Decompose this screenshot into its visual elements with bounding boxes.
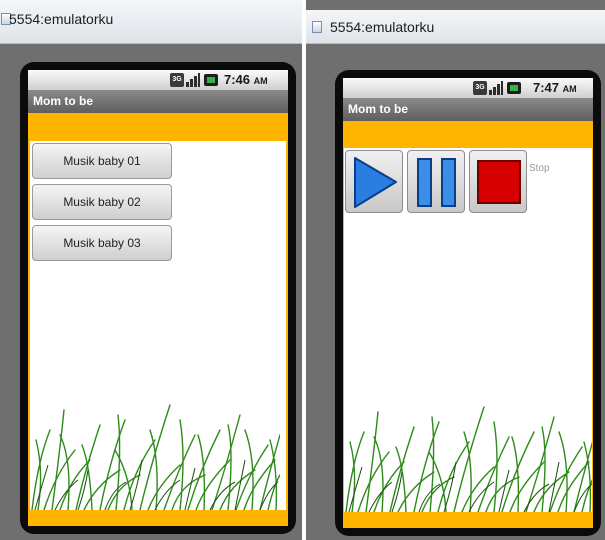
musik-baby-02-button[interactable]: Musik baby 02 bbox=[32, 184, 172, 220]
musik-baby-01-button[interactable]: Musik baby 01 bbox=[32, 143, 172, 179]
status-bar: 3G 7:46 AM bbox=[28, 70, 288, 90]
app-title-bar: Mom to be bbox=[28, 90, 288, 113]
3g-icon: 3G bbox=[170, 73, 184, 87]
content-area: Musik baby 01 Musik baby 02 Musik baby 0… bbox=[30, 141, 286, 510]
content-area: Stop bbox=[344, 148, 592, 512]
grass-background-image bbox=[345, 406, 592, 512]
app-title: Mom to be bbox=[33, 94, 93, 108]
window-title: 5554:emulatorku bbox=[9, 11, 114, 27]
pause-button[interactable] bbox=[407, 150, 465, 213]
emulator-window-right: 5554:emulatorku 3G 7:47 AM Mom to be Sto… bbox=[306, 0, 605, 540]
window-title: 5554:emulatorku bbox=[330, 19, 435, 35]
window-titlebar[interactable]: 5554:emulatorku bbox=[0, 0, 302, 44]
app-title: Mom to be bbox=[348, 102, 408, 116]
clock-ampm: AM bbox=[562, 84, 577, 94]
device-screen: 3G 7:47 AM Mom to be Stop bbox=[343, 78, 593, 528]
clock-time: 7:46 bbox=[224, 72, 251, 87]
pause-icon bbox=[417, 158, 456, 207]
device-frame: 3G 7:46 AM Mom to be Musik baby 01 Musik… bbox=[20, 62, 296, 534]
status-clock: 7:46 AM bbox=[224, 72, 268, 87]
stop-icon bbox=[477, 160, 521, 204]
app-title-bar: Mom to be bbox=[343, 98, 593, 121]
play-icon bbox=[354, 157, 397, 208]
emulator-window-left: 5554:emulatorku 3G 7:46 AM Mom to be Mus… bbox=[0, 0, 302, 540]
device-screen: 3G 7:46 AM Mom to be Musik baby 01 Musik… bbox=[28, 70, 288, 526]
musik-baby-03-button[interactable]: Musik baby 03 bbox=[32, 225, 172, 261]
app-window-icon bbox=[312, 21, 322, 33]
signal-icon bbox=[489, 81, 503, 95]
play-button[interactable] bbox=[345, 150, 403, 213]
battery-icon bbox=[204, 74, 218, 86]
status-bar: 3G 7:47 AM bbox=[343, 78, 593, 98]
stop-label: Stop bbox=[529, 163, 550, 174]
signal-icon bbox=[186, 73, 200, 87]
stop-button[interactable] bbox=[469, 150, 527, 213]
battery-icon bbox=[507, 82, 521, 94]
clock-time: 7:47 bbox=[533, 80, 560, 95]
window-titlebar[interactable]: 5554:emulatorku bbox=[306, 10, 605, 44]
device-frame: 3G 7:47 AM Mom to be Stop bbox=[335, 70, 601, 536]
clock-ampm: AM bbox=[253, 76, 268, 86]
status-clock: 7:47 AM bbox=[533, 80, 577, 95]
3g-icon: 3G bbox=[473, 81, 487, 95]
grass-background-image bbox=[31, 404, 280, 510]
